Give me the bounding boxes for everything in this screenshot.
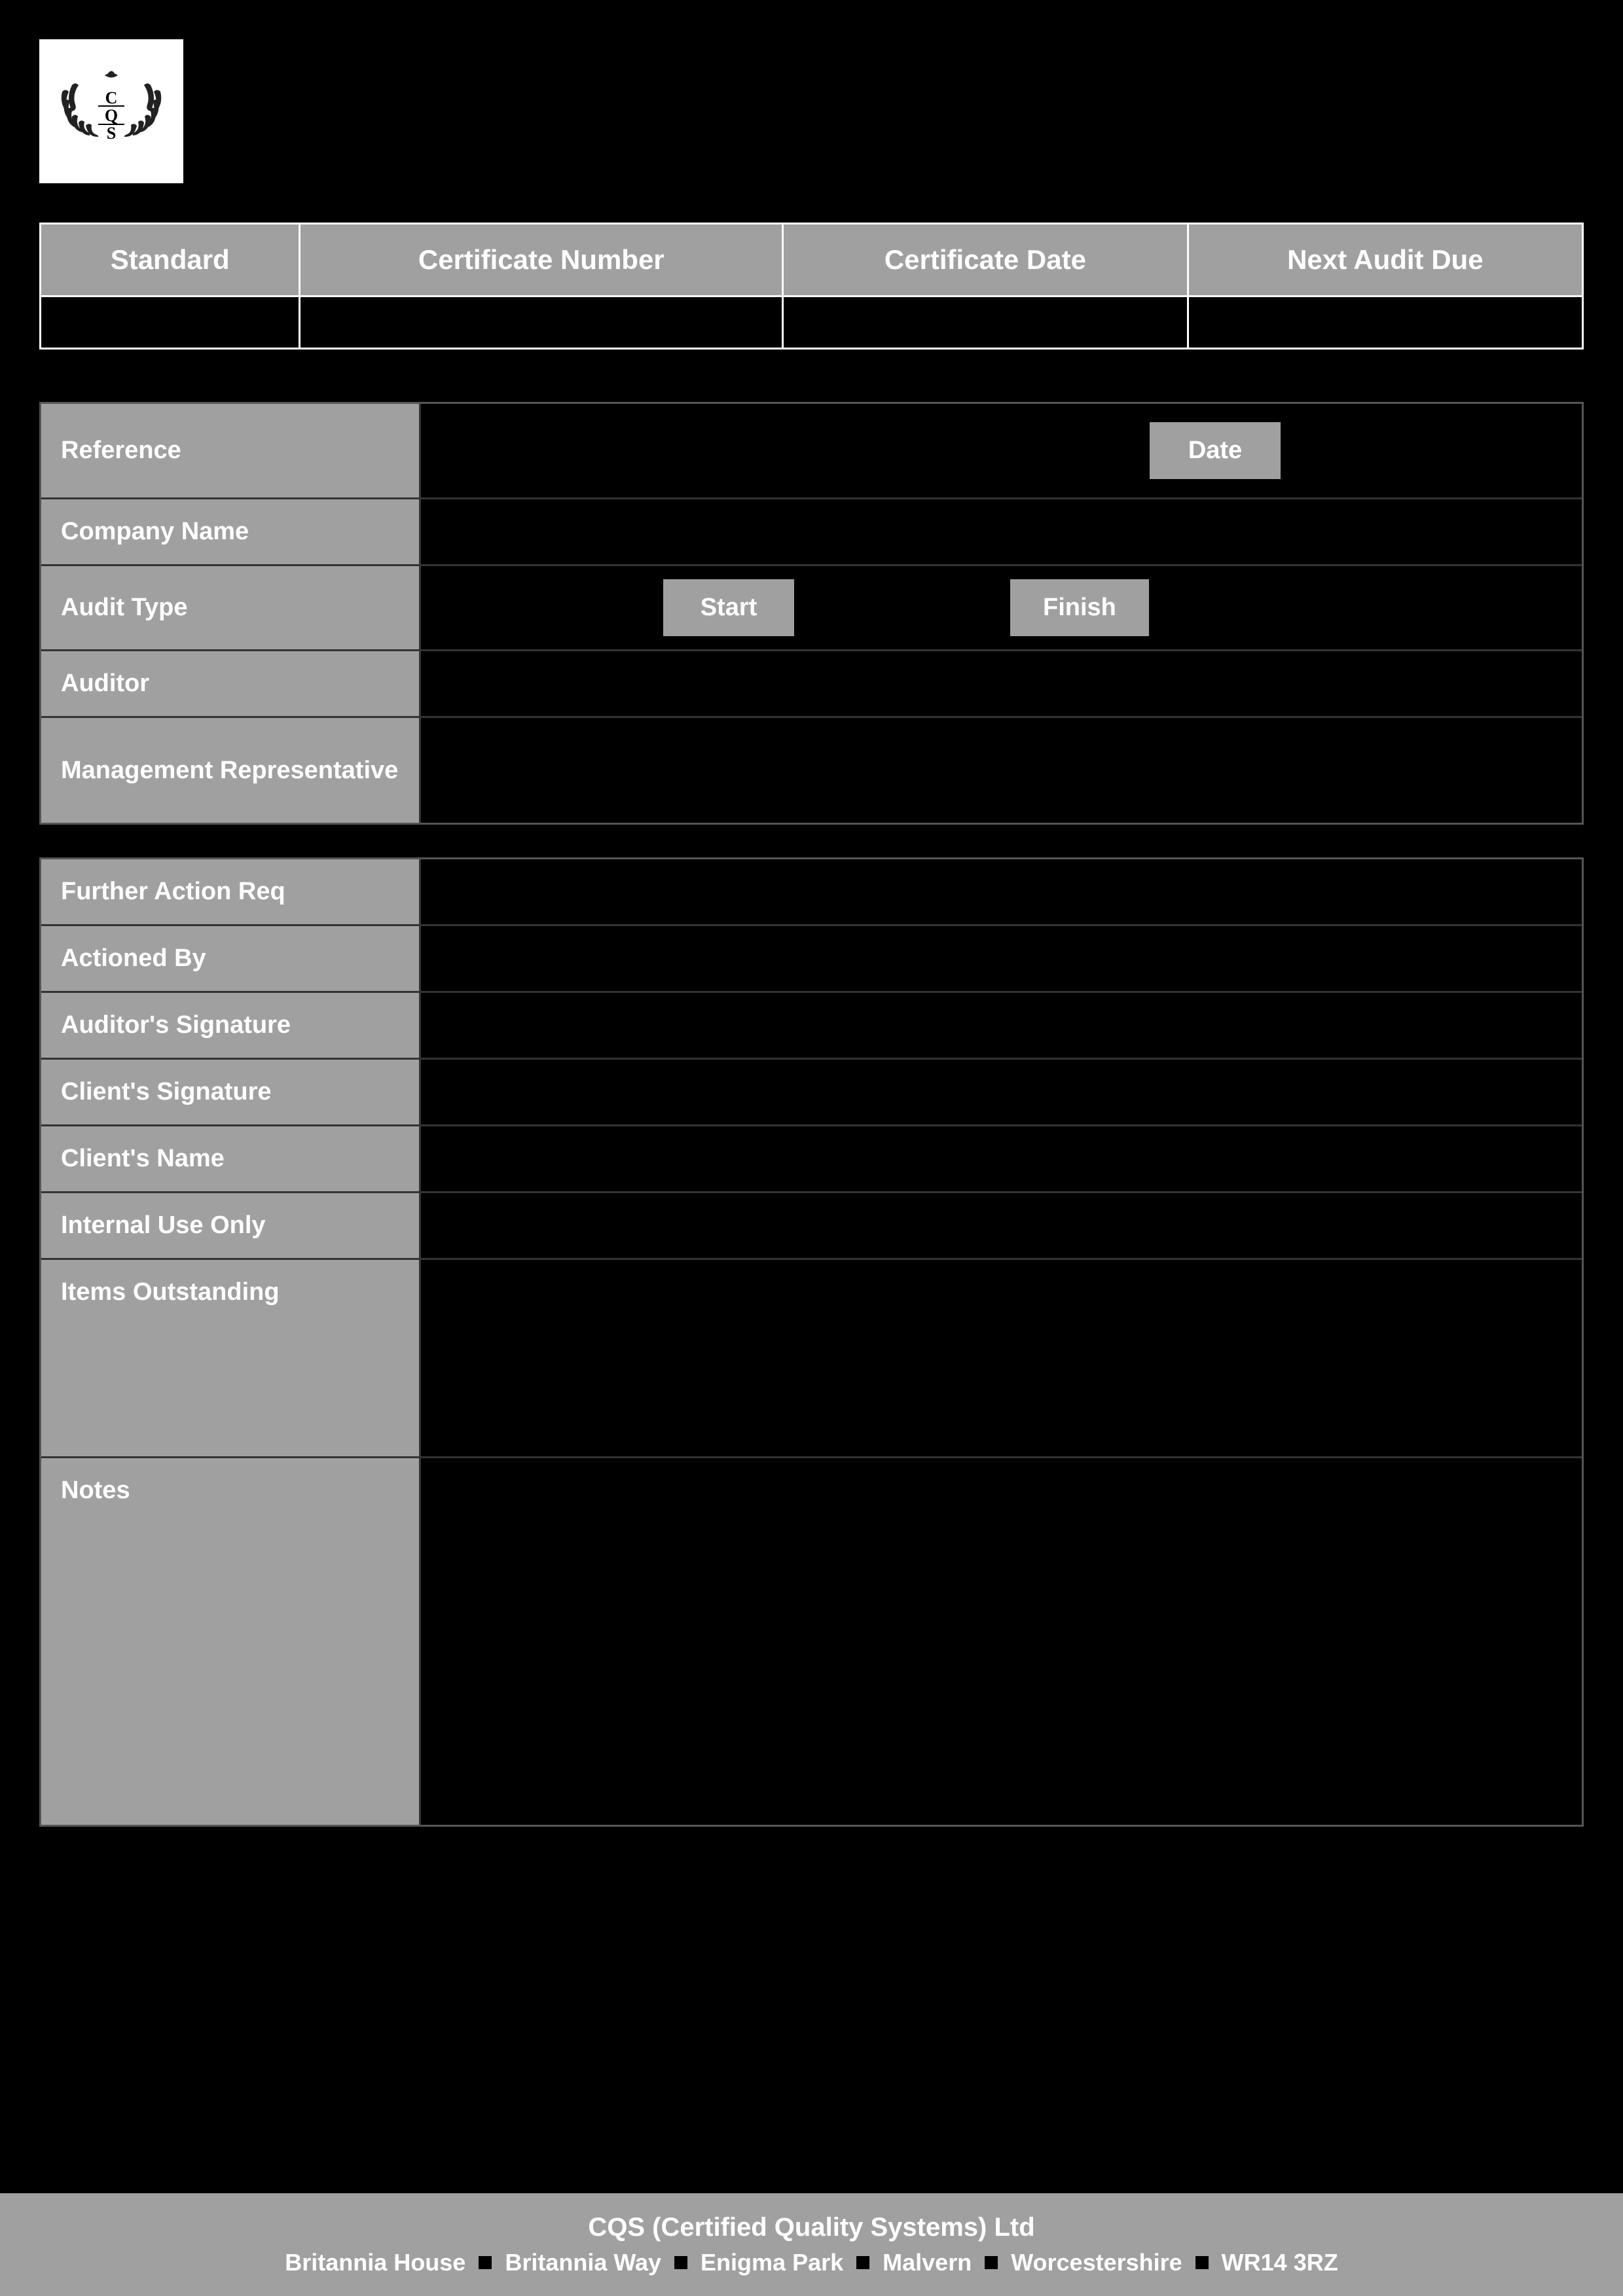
- footer-bullet-2: [674, 2256, 687, 2269]
- actioned-by-value[interactable]: [421, 926, 1582, 991]
- next-audit-due-header: Next Audit Due: [1188, 224, 1582, 296]
- date-badge: Date: [1150, 422, 1281, 479]
- svg-text:S: S: [107, 124, 116, 143]
- mgmt-rep-row: Management Representative: [41, 718, 1582, 823]
- standard-header: Standard: [41, 224, 300, 296]
- footer-address-4: Malvern: [883, 2249, 972, 2276]
- mgmt-rep-label: Management Representative: [41, 718, 421, 823]
- svg-text:Q: Q: [105, 106, 118, 125]
- footer-company-name: CQS (Certified Quality Systems) Ltd: [26, 2213, 1597, 2242]
- auditor-sig-row: Auditor's Signature: [41, 993, 1582, 1060]
- auditor-sig-value[interactable]: [421, 993, 1582, 1058]
- clients-sig-row: Client's Signature: [41, 1060, 1582, 1126]
- actioned-by-label: Actioned By: [41, 926, 421, 991]
- logo-inner: C Q S: [49, 49, 173, 173]
- audit-type-row: Audit Type Start Finish: [41, 566, 1582, 651]
- internal-use-value[interactable]: [421, 1193, 1582, 1258]
- footer-address-1: Britannia House: [285, 2249, 465, 2276]
- svg-text:C: C: [105, 88, 118, 107]
- mgmt-rep-value[interactable]: [421, 718, 1582, 823]
- further-action-row: Further Action Req: [41, 859, 1582, 926]
- notes-row: Notes: [41, 1458, 1582, 1825]
- clients-sig-label: Client's Signature: [41, 1060, 421, 1124]
- footer-bullet-5: [1195, 2256, 1209, 2269]
- start-badge: Start: [663, 579, 794, 636]
- footer: CQS (Certified Quality Systems) Ltd Brit…: [0, 2193, 1623, 2296]
- internal-use-label: Internal Use Only: [41, 1193, 421, 1258]
- form-group-1: Reference Date Company Name Audit Type S…: [39, 402, 1584, 825]
- clients-sig-value[interactable]: [421, 1060, 1582, 1124]
- form-group-2: Further Action Req Actioned By Auditor's…: [39, 857, 1584, 1827]
- reference-value[interactable]: Date: [421, 404, 1582, 497]
- finish-badge: Finish: [1010, 579, 1149, 636]
- logo-wreath-icon: C Q S: [52, 52, 170, 170]
- items-outstanding-label: Items Outstanding: [41, 1260, 421, 1456]
- next-audit-due-value[interactable]: [1188, 296, 1582, 349]
- reference-row: Reference Date: [41, 404, 1582, 499]
- reference-label: Reference: [41, 404, 421, 497]
- footer-address-5: Worcestershire: [1011, 2249, 1182, 2276]
- footer-address-2: Britannia Way: [505, 2249, 661, 2276]
- notes-label: Notes: [41, 1458, 421, 1825]
- certificate-date-header: Certificate Date: [783, 224, 1188, 296]
- audit-type-label: Audit Type: [41, 566, 421, 649]
- auditor-row: Auditor: [41, 651, 1582, 718]
- company-name-value[interactable]: [421, 499, 1582, 564]
- clients-name-value[interactable]: [421, 1126, 1582, 1191]
- footer-bullet-4: [985, 2256, 998, 2269]
- clients-name-label: Client's Name: [41, 1126, 421, 1191]
- further-action-label: Further Action Req: [41, 859, 421, 924]
- certificate-date-value[interactable]: [783, 296, 1188, 349]
- logo-box: C Q S: [39, 39, 183, 183]
- company-name-label: Company Name: [41, 499, 421, 564]
- audit-type-value[interactable]: Start Finish: [421, 566, 1582, 649]
- further-action-value[interactable]: [421, 859, 1582, 924]
- page-container: C Q S Standard Certificate Number Certif…: [0, 0, 1623, 2296]
- internal-use-row: Internal Use Only: [41, 1193, 1582, 1260]
- auditor-label: Auditor: [41, 651, 421, 716]
- notes-value[interactable]: [421, 1458, 1582, 1825]
- company-name-row: Company Name: [41, 499, 1582, 566]
- items-outstanding-value[interactable]: [421, 1260, 1582, 1456]
- footer-address: Britannia House Britannia Way Enigma Par…: [26, 2249, 1597, 2276]
- standard-value[interactable]: [41, 296, 300, 349]
- standards-table: Standard Certificate Number Certificate …: [39, 223, 1584, 350]
- actioned-by-row: Actioned By: [41, 926, 1582, 993]
- footer-address-3: Enigma Park: [701, 2249, 843, 2276]
- certificate-number-header: Certificate Number: [300, 224, 783, 296]
- footer-address-6: WR14 3RZ: [1222, 2249, 1338, 2276]
- logo-area: C Q S: [39, 39, 1584, 183]
- auditor-sig-label: Auditor's Signature: [41, 993, 421, 1058]
- certificate-number-value[interactable]: [300, 296, 783, 349]
- footer-bullet-3: [856, 2256, 869, 2269]
- items-outstanding-row: Items Outstanding: [41, 1260, 1582, 1458]
- footer-bullet-1: [479, 2256, 492, 2269]
- clients-name-row: Client's Name: [41, 1126, 1582, 1193]
- auditor-value[interactable]: [421, 651, 1582, 716]
